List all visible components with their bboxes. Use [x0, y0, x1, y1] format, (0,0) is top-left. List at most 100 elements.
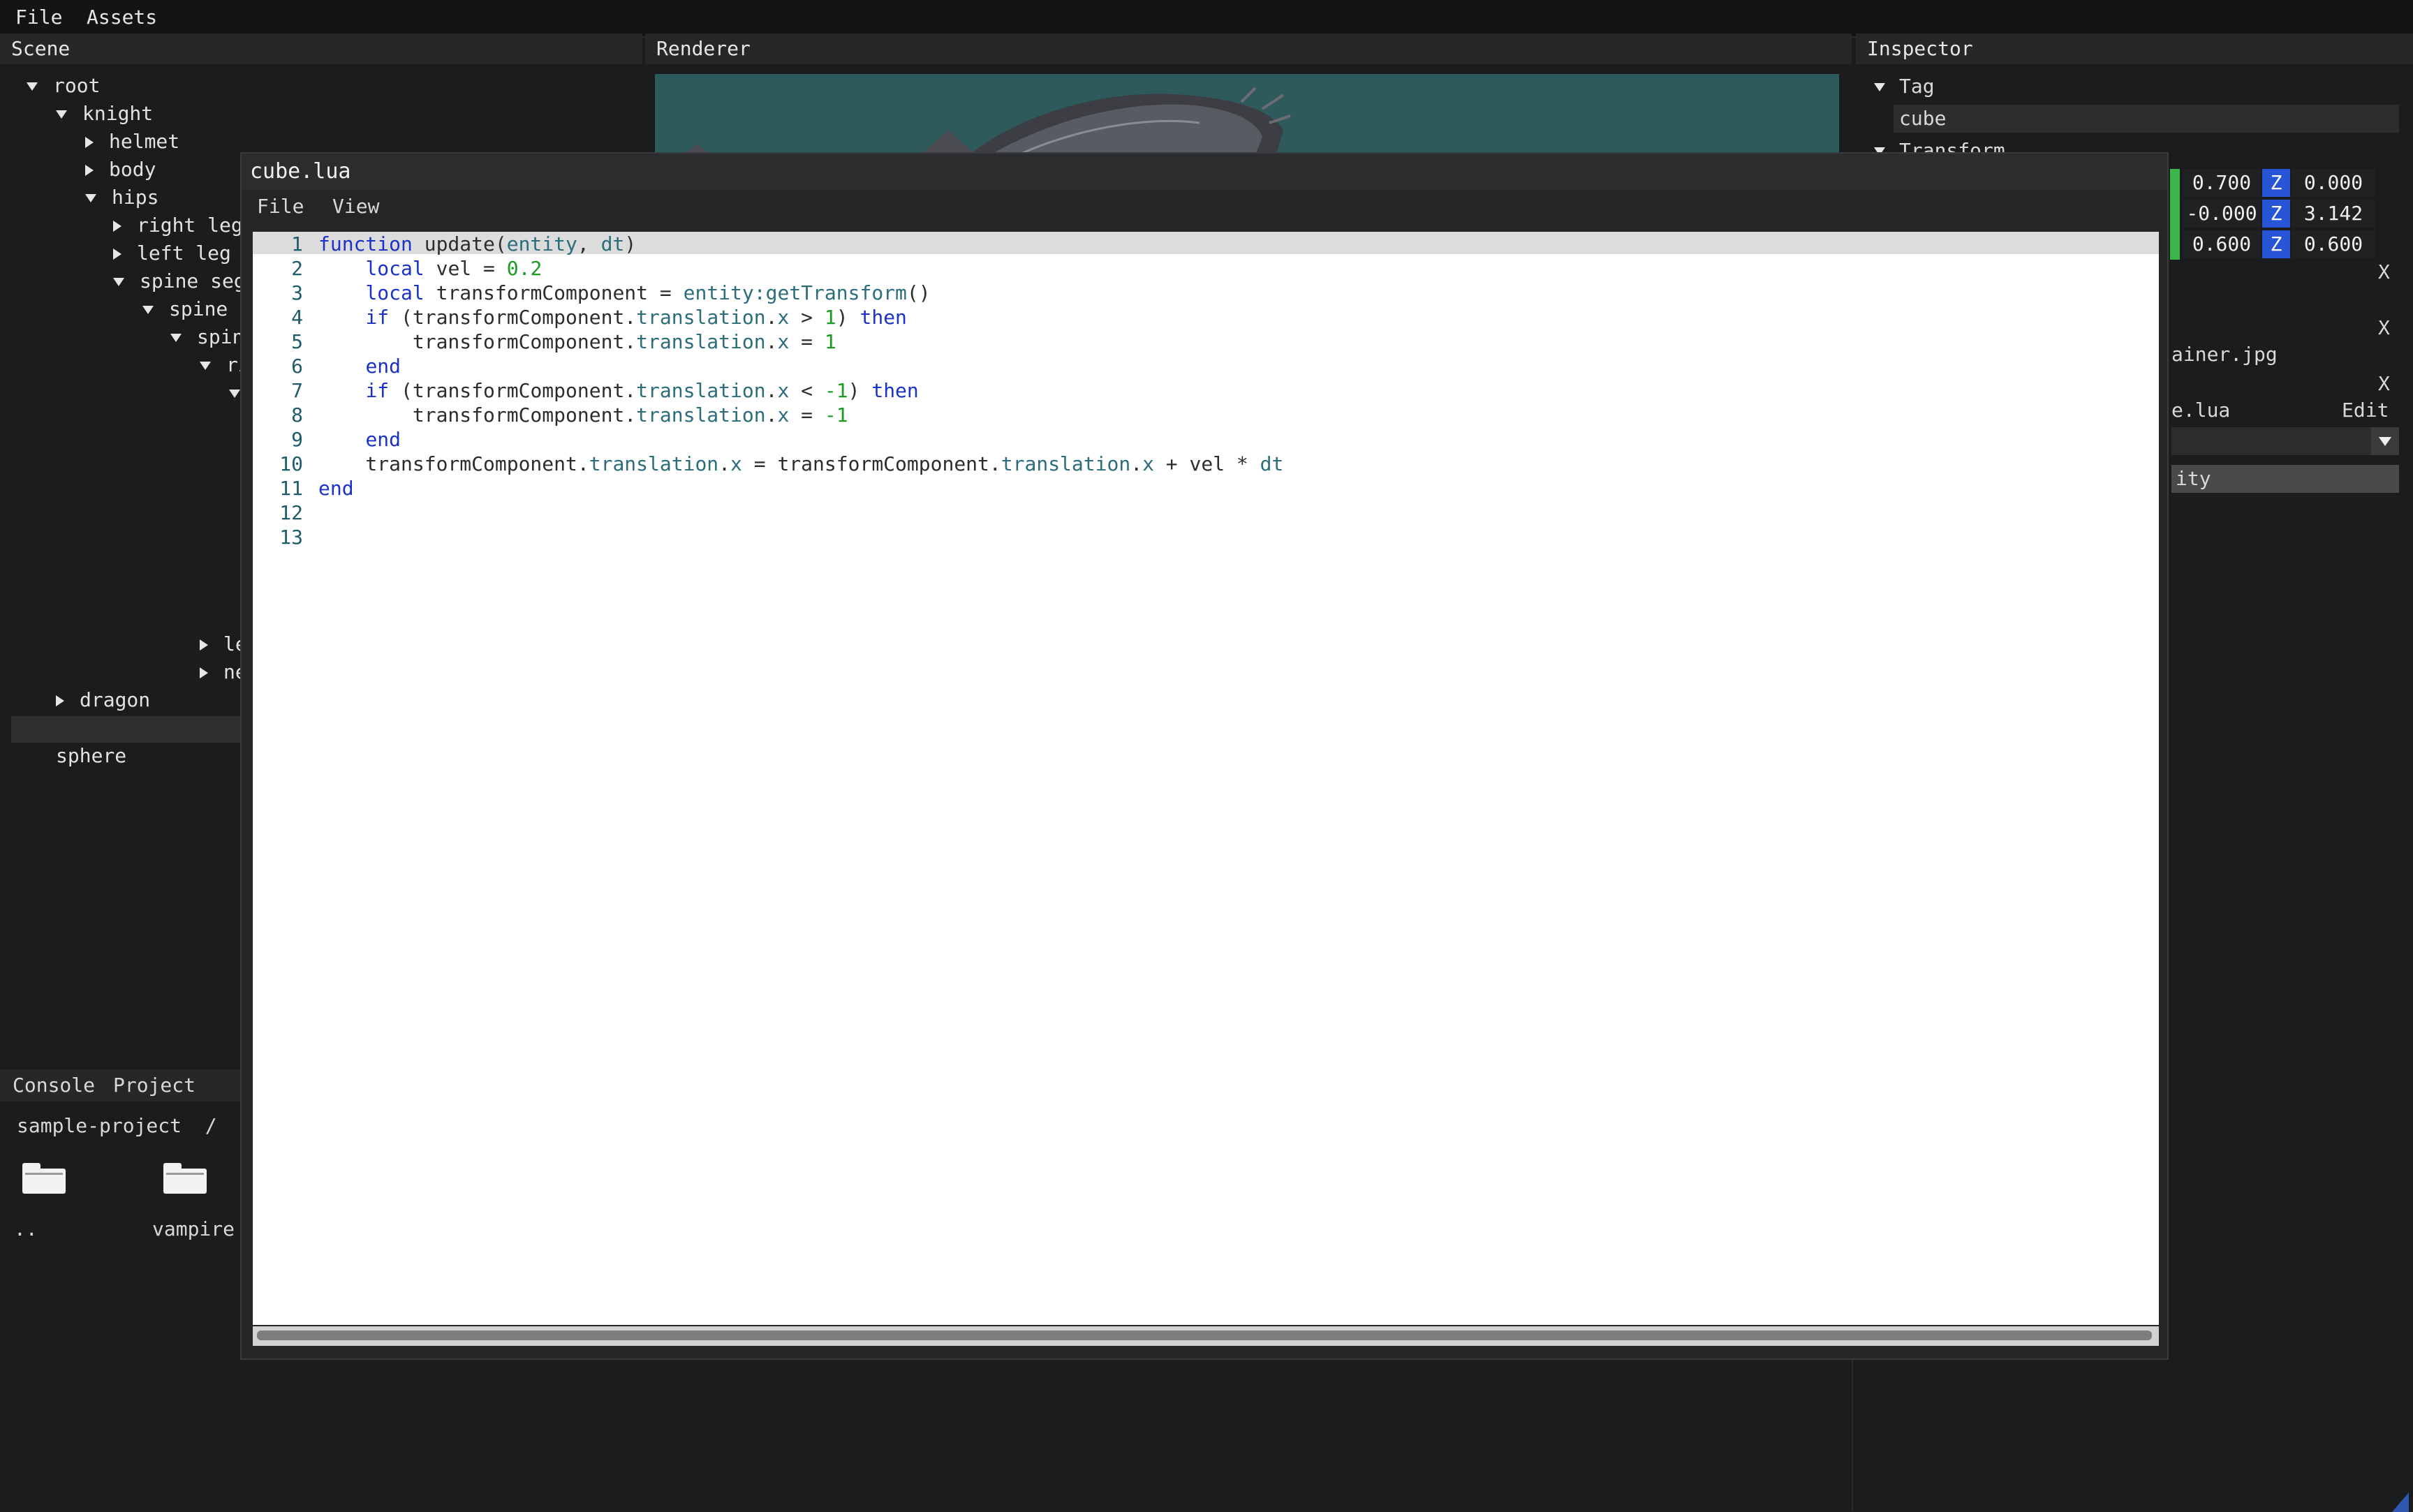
scene-tree-item[interactable]: sphere [56, 743, 126, 769]
scene-tree-item[interactable]: body [85, 156, 156, 183]
triangle-open-icon[interactable] [229, 390, 240, 398]
triangle-closed-icon[interactable] [200, 667, 208, 679]
scene-tree-item[interactable]: spine s [142, 296, 251, 323]
code-token: local [365, 257, 425, 280]
folder-icon[interactable] [22, 1162, 66, 1194]
code-token: ) [836, 306, 860, 329]
horizontal-scrollbar[interactable] [253, 1326, 2159, 1346]
code-token: translation [636, 379, 766, 402]
tag-input[interactable]: cube [1894, 105, 2399, 133]
code-text-area[interactable]: 1 function update(entity, dt) 2 local vel … [253, 232, 2159, 1325]
triangle-open-icon[interactable] [27, 82, 38, 91]
menu-bar: File Assets [0, 0, 2413, 38]
scene-tree-item[interactable]: hips [85, 184, 158, 211]
scene-tree-item[interactable]: right leg [113, 212, 243, 239]
entity-field[interactable]: ity [2171, 465, 2399, 493]
dragon-model-render [683, 87, 1291, 155]
remove-component-button[interactable]: X [2378, 370, 2390, 398]
code-token: end [318, 477, 354, 500]
transform-row3-right[interactable]: 0.600 [2292, 230, 2375, 258]
triangle-closed-icon[interactable] [85, 137, 94, 148]
line-number: 12 [279, 501, 303, 524]
triangle-open-icon[interactable] [56, 110, 67, 119]
scene-tree-item[interactable]: left leg l [113, 240, 255, 267]
transform-row2-right[interactable]: 3.142 [2292, 200, 2375, 228]
triangle-open-icon [1874, 147, 1885, 152]
edit-script-button[interactable]: Edit [2342, 396, 2389, 424]
line-number: 5 [291, 330, 303, 353]
code-token: end [365, 428, 401, 451]
triangle-closed-icon[interactable] [113, 249, 121, 260]
transform-row3-left[interactable]: 0.600 [2183, 230, 2261, 258]
editor-menu-bar: File View [242, 190, 2167, 223]
z-axis-label: Z [2262, 169, 2290, 197]
bottom-tabbar: Console Project [0, 1069, 242, 1102]
code-token: entity:getTransform [683, 281, 907, 304]
code-token: + vel * [1153, 452, 1260, 475]
scrollbar-thumb[interactable] [257, 1331, 2152, 1340]
scene-tree-item[interactable]: spine segi [113, 268, 258, 295]
script-dropdown[interactable] [2171, 427, 2399, 455]
scene-tree-item[interactable]: root [27, 73, 100, 99]
code-token: translation [636, 306, 766, 329]
code-token: ) [624, 232, 637, 255]
triangle-open-icon[interactable] [113, 278, 124, 286]
scene-tree-label: knight [82, 102, 154, 125]
renderer-viewport[interactable] [655, 74, 1839, 155]
remove-component-button[interactable]: X [2378, 314, 2390, 342]
triangle-open-icon [1874, 83, 1885, 91]
triangle-closed-icon[interactable] [85, 165, 94, 176]
scene-tree-label: left leg l [137, 242, 255, 265]
code-token: 0.2 [506, 257, 543, 280]
tag-label: Tag [1899, 75, 1935, 98]
transform-row1-right[interactable]: 0.000 [2292, 169, 2375, 197]
transform-row2-left[interactable]: -0.000 [2183, 200, 2261, 228]
scene-tree-item[interactable]: spin [170, 324, 244, 350]
editor-title-bar[interactable]: cube.lua [242, 154, 2167, 190]
triangle-open-icon[interactable] [200, 362, 211, 370]
code-token: (transformComponent. [389, 306, 637, 329]
transform-section-header[interactable]: Transform [1874, 137, 2005, 152]
tab-console[interactable]: Console [13, 1074, 95, 1097]
code-line: 5 transformComponent.translation.x = 1 [253, 329, 836, 354]
code-token: end [365, 355, 401, 378]
transform-label: Transform [1899, 139, 2005, 152]
tag-section-header[interactable]: Tag [1874, 73, 1935, 101]
triangle-closed-icon[interactable] [56, 695, 64, 706]
editor-title: cube.lua [250, 159, 351, 184]
project-breadcrumb[interactable]: sample-project / a [17, 1114, 252, 1137]
folder-icon[interactable] [163, 1162, 207, 1194]
dropdown-arrow-button[interactable] [2371, 427, 2399, 455]
remove-component-button[interactable]: X [2378, 258, 2390, 286]
scene-tree-item[interactable]: helmet [85, 128, 179, 155]
tab-project[interactable]: Project [113, 1074, 195, 1097]
entity-text: ity [2176, 467, 2211, 490]
folder-label-vampire[interactable]: vampire [152, 1217, 235, 1240]
inspector-panel-header: Inspector [1856, 34, 2413, 64]
transform-row1-left[interactable]: 0.700 [2183, 169, 2261, 197]
line-number: 13 [279, 526, 303, 549]
script-filename: e.lua [2171, 399, 2231, 422]
scene-tree-item[interactable]: dragon [56, 687, 150, 713]
resize-grip-icon[interactable] [2392, 1487, 2409, 1512]
folder-label-parent[interactable]: .. [14, 1217, 38, 1240]
editor-menu-view[interactable]: View [332, 190, 379, 223]
editor-menu-file[interactable]: File [257, 190, 304, 223]
menu-assets[interactable]: Assets [87, 6, 157, 29]
code-editor-window[interactable]: cube.lua File View 1 function update(enti… [240, 152, 2409, 1512]
code-token: transformComponent. [318, 452, 589, 475]
code-token: . [765, 306, 778, 329]
code-token: > [789, 306, 825, 329]
line-number: 9 [291, 428, 303, 451]
triangle-closed-icon[interactable] [200, 639, 208, 651]
triangle-open-icon[interactable] [142, 306, 154, 314]
triangle-closed-icon[interactable] [113, 221, 121, 232]
code-token: entity [506, 232, 577, 255]
code-token: update( [412, 232, 507, 255]
scene-tree-item[interactable]: knight [56, 101, 153, 127]
triangle-open-icon[interactable] [85, 194, 96, 202]
code-token: -1 [824, 379, 848, 402]
menu-file[interactable]: File [15, 6, 62, 29]
triangle-open-icon[interactable] [170, 334, 182, 342]
code-token: = transformComponent. [741, 452, 1001, 475]
